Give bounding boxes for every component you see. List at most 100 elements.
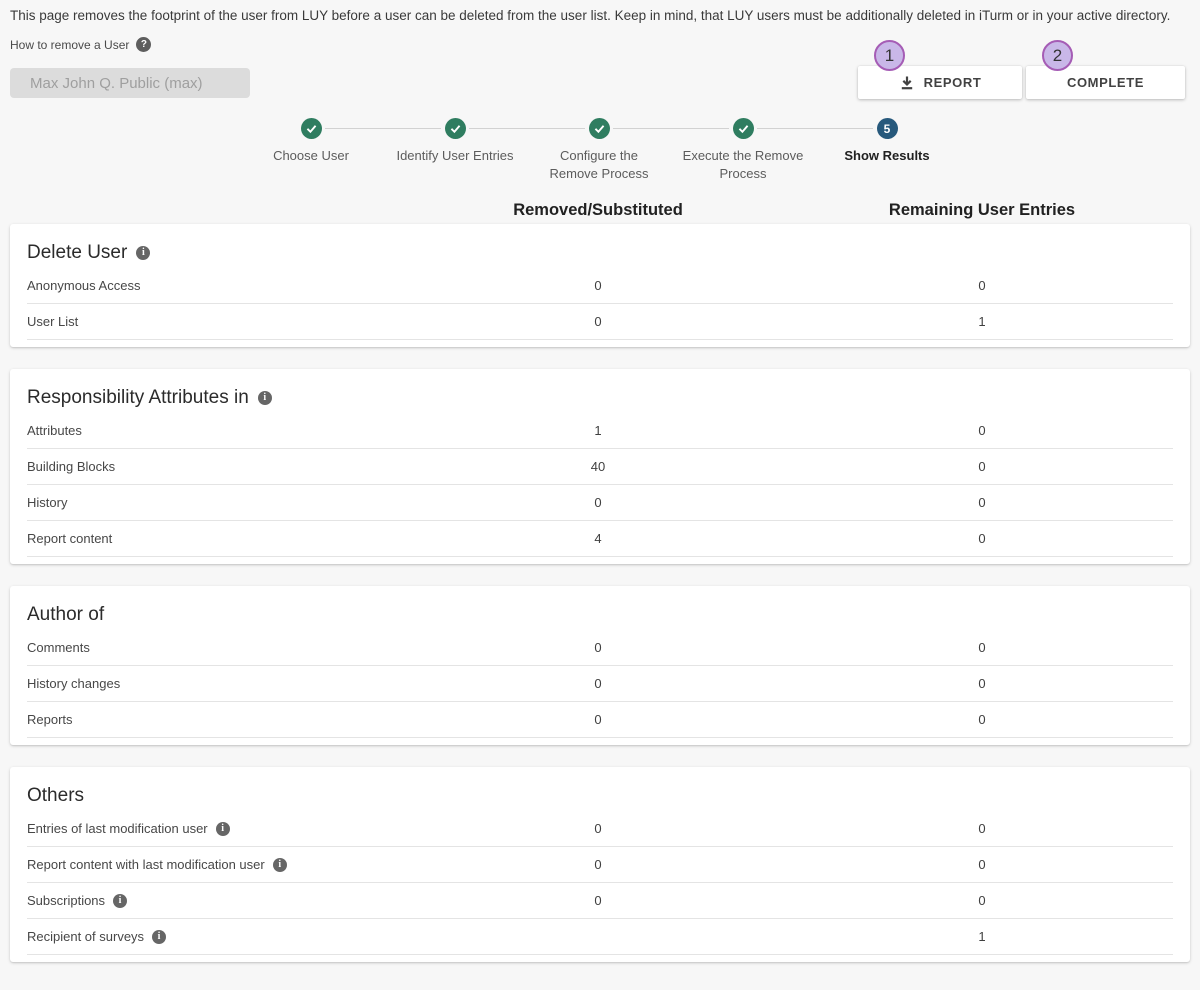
row-label: Reports <box>27 712 73 727</box>
results-sections: Delete User i Anonymous Access 0 0 User … <box>0 224 1200 962</box>
card-title: Delete User <box>27 240 127 266</box>
results-card: Author of Comments 0 0 History changes 0… <box>10 586 1190 745</box>
remaining-value: 0 <box>791 893 1173 908</box>
remaining-value: 0 <box>791 495 1173 510</box>
stepper: Choose User Identify User Entries Config… <box>239 118 959 183</box>
row-label: Recipient of surveys <box>27 929 144 944</box>
card-rows: Anonymous Access 0 0 User List 0 1 <box>27 268 1173 340</box>
complete-button[interactable]: COMPLETE <box>1026 66 1185 99</box>
table-row: Entries of last modification user i 0 0 <box>27 811 1173 847</box>
card-title: Author of <box>27 602 104 628</box>
table-row: Report content with last modification us… <box>27 847 1173 883</box>
card-title: Others <box>27 783 84 809</box>
table-row: Building Blocks 40 0 <box>27 449 1173 485</box>
row-label: History <box>27 495 67 510</box>
info-icon[interactable]: i <box>273 858 287 872</box>
row-label: Entries of last modification user <box>27 821 208 836</box>
removed-value: 0 <box>405 640 791 655</box>
download-icon <box>899 75 915 91</box>
row-label: Building Blocks <box>27 459 115 474</box>
intro-text: This page removes the footprint of the u… <box>10 6 1192 25</box>
removed-value: 0 <box>405 712 791 727</box>
remaining-value: 0 <box>791 423 1173 438</box>
results-card: Responsibility Attributes in i Attribute… <box>10 369 1190 564</box>
step-label: Identify User Entries <box>396 147 513 165</box>
results-card: Delete User i Anonymous Access 0 0 User … <box>10 224 1190 347</box>
table-row: History changes 0 0 <box>27 666 1173 702</box>
table-row: Recipient of surveys i 1 <box>27 919 1173 955</box>
step-state-icon[interactable] <box>589 118 610 139</box>
row-label: Comments <box>27 640 90 655</box>
annotation-badge-2: 2 <box>1042 40 1073 71</box>
removed-value: 0 <box>405 314 791 329</box>
annotation-badge-1: 1 <box>874 40 905 71</box>
card-title: Responsibility Attributes in <box>27 385 249 411</box>
step-connector <box>325 128 441 129</box>
selected-user-field[interactable] <box>10 68 250 98</box>
card-title-row: Delete User i <box>27 240 1173 266</box>
card-rows: Attributes 1 0 Building Blocks 40 0 Hist… <box>27 413 1173 557</box>
card-rows: Comments 0 0 History changes 0 0 Reports… <box>27 630 1173 738</box>
removed-value: 0 <box>405 857 791 872</box>
table-row: Comments 0 0 <box>27 630 1173 666</box>
row-label: Subscriptions <box>27 893 105 908</box>
step-label: Configure the Remove Process <box>550 147 649 183</box>
table-row: Attributes 1 0 <box>27 413 1173 449</box>
remaining-value: 1 <box>791 929 1173 944</box>
table-row: User List 0 1 <box>27 304 1173 340</box>
report-button-label: REPORT <box>924 75 982 90</box>
table-row: Reports 0 0 <box>27 702 1173 738</box>
card-title-row: Author of <box>27 602 1173 628</box>
table-row: History 0 0 <box>27 485 1173 521</box>
removed-value: 0 <box>405 821 791 836</box>
remaining-value: 0 <box>791 857 1173 872</box>
check-icon <box>593 122 606 135</box>
remaining-value: 0 <box>791 531 1173 546</box>
remaining-value: 0 <box>791 640 1173 655</box>
step-state-icon[interactable] <box>445 118 466 139</box>
row-label: Report content with last modification us… <box>27 857 265 872</box>
step-state-icon[interactable] <box>301 118 322 139</box>
results-card: Others Entries of last modification user… <box>10 767 1190 962</box>
table-row: Anonymous Access 0 0 <box>27 268 1173 304</box>
remaining-value: 1 <box>791 314 1173 329</box>
report-button[interactable]: REPORT <box>858 66 1022 99</box>
card-rows: Entries of last modification user i 0 0 … <box>27 811 1173 955</box>
card-title-row: Others <box>27 783 1173 809</box>
table-row: Subscriptions i 0 0 <box>27 883 1173 919</box>
removed-value: 0 <box>405 278 791 293</box>
info-icon[interactable]: i <box>136 246 150 260</box>
column-header-remaining: Remaining User Entries <box>791 201 1173 220</box>
remaining-value: 0 <box>791 278 1173 293</box>
step-state-icon[interactable]: 5 <box>877 118 898 139</box>
step-label: Execute the Remove Process <box>683 147 804 183</box>
card-title-row: Responsibility Attributes in i <box>27 385 1173 411</box>
removed-value: 0 <box>405 495 791 510</box>
row-label: History changes <box>27 676 120 691</box>
results-column-headers: Removed/Substituted Remaining User Entri… <box>10 192 1190 224</box>
step-number: 5 <box>884 122 891 136</box>
removed-value: 1 <box>405 423 791 438</box>
step-label: Show Results <box>844 147 929 165</box>
step-label: Choose User <box>273 147 349 165</box>
check-icon <box>449 122 462 135</box>
info-icon[interactable]: i <box>258 391 272 405</box>
help-icon[interactable]: ? <box>136 37 151 52</box>
check-icon <box>737 122 750 135</box>
info-icon[interactable]: i <box>113 894 127 908</box>
remaining-value: 0 <box>791 712 1173 727</box>
check-icon <box>305 122 318 135</box>
step-connector <box>613 128 729 129</box>
info-icon[interactable]: i <box>152 930 166 944</box>
table-row: Report content 4 0 <box>27 521 1173 557</box>
page-header: This page removes the footprint of the u… <box>0 0 1200 192</box>
help-link-label: How to remove a User <box>10 38 129 52</box>
removed-value: 0 <box>405 676 791 691</box>
step-state-icon[interactable] <box>733 118 754 139</box>
removed-value: 4 <box>405 531 791 546</box>
remaining-value: 0 <box>791 676 1173 691</box>
help-link[interactable]: How to remove a User ? <box>10 37 151 52</box>
remaining-value: 0 <box>791 459 1173 474</box>
step-connector <box>757 128 873 129</box>
info-icon[interactable]: i <box>216 822 230 836</box>
